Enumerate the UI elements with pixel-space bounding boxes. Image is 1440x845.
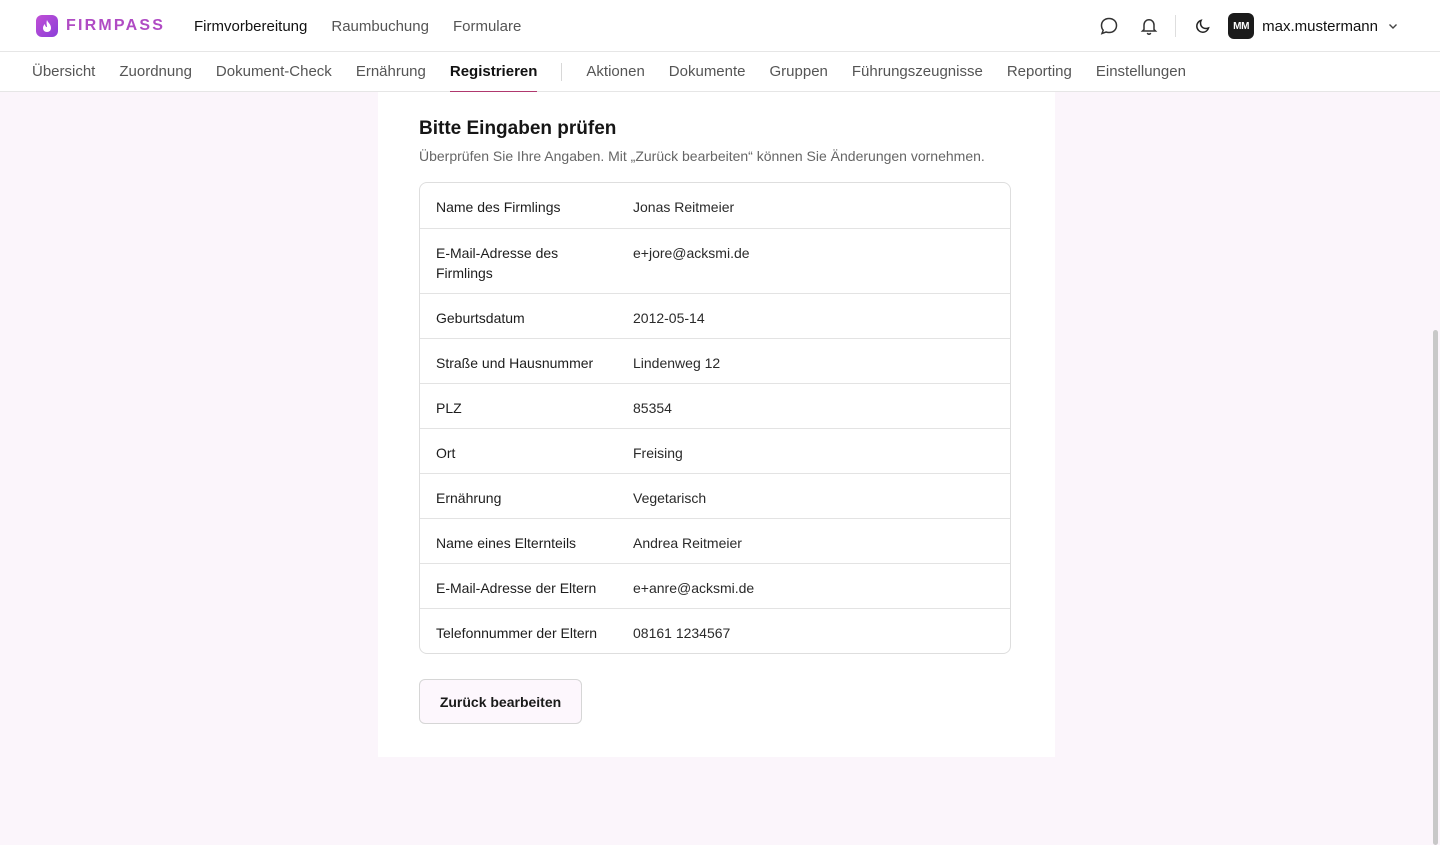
- main-nav: Firmvorbereitung Raumbuchung Formulare: [194, 0, 521, 52]
- row-value: Freising: [633, 445, 683, 461]
- row-label: PLZ: [436, 400, 462, 416]
- tab-fuehrungszeugnisse[interactable]: Führungszeugnisse: [852, 52, 983, 92]
- tab-zuordnung[interactable]: Zuordnung: [119, 52, 192, 92]
- bell-icon[interactable]: [1137, 14, 1161, 38]
- username[interactable]: max.mustermann: [1262, 18, 1378, 35]
- row-label: E-Mail-Adresse der Eltern: [436, 580, 597, 596]
- tab-dokument-check[interactable]: Dokument-Check: [216, 52, 332, 92]
- scrollbar[interactable]: [1432, 92, 1440, 845]
- logo[interactable]: FIRMPASS: [36, 15, 165, 37]
- tab-divider: [561, 62, 563, 81]
- row-label: E-Mail-Adresse des Firmlings: [436, 245, 559, 281]
- row-label: Geburtsdatum: [436, 310, 525, 326]
- table-row: Straße und Hausnummer Lindenweg 12: [420, 338, 1010, 383]
- tab-uebersicht[interactable]: Übersicht: [32, 52, 95, 92]
- table-row: Geburtsdatum 2012-05-14: [420, 293, 1010, 338]
- scrollbar-thumb[interactable]: [1433, 330, 1438, 845]
- mainnav-item-formulare[interactable]: Formulare: [453, 18, 521, 35]
- back-edit-button[interactable]: Zurück bearbeiten: [419, 679, 582, 724]
- table-row: Name des Firmlings Jonas Reitmeier: [420, 183, 1010, 228]
- table-row: E-Mail-Adresse des Firmlings e+jore@acks…: [420, 228, 1010, 293]
- tab-aktionen[interactable]: Aktionen: [586, 52, 644, 92]
- chat-bubble-icon[interactable]: [1097, 14, 1121, 38]
- page-subtitle: Überprüfen Sie Ihre Angaben. Mit „Zurück…: [419, 148, 985, 164]
- table-row: Ort Freising: [420, 428, 1010, 473]
- mainnav-item-raumbuchung[interactable]: Raumbuchung: [331, 18, 429, 35]
- row-value: Andrea Reitmeier: [633, 535, 742, 551]
- tab-einstellungen[interactable]: Einstellungen: [1096, 52, 1186, 92]
- table-row: Telefonnummer der Eltern 08161 1234567: [420, 608, 1010, 653]
- row-label: Ernährung: [436, 490, 502, 506]
- table-row: Name eines Elternteils Andrea Reitmeier: [420, 518, 1010, 563]
- row-value: Jonas Reitmeier: [633, 199, 735, 215]
- row-value: 85354: [633, 400, 672, 416]
- table-row: PLZ 85354: [420, 383, 1010, 428]
- row-label: Straße und Hausnummer: [436, 355, 594, 371]
- moon-icon[interactable]: [1191, 14, 1215, 38]
- tab-registrieren[interactable]: Registrieren: [449, 52, 537, 93]
- row-value: 2012-05-14: [633, 310, 705, 326]
- page-title: Bitte Eingaben prüfen: [419, 118, 617, 139]
- tab-reporting[interactable]: Reporting: [1007, 52, 1072, 92]
- avatar[interactable]: MM: [1228, 13, 1255, 39]
- review-table: Name des Firmlings Jonas Reitmeier E-Mai…: [419, 182, 1011, 654]
- tab-dokumente[interactable]: Dokumente: [669, 52, 746, 92]
- row-value: e+anre@acksmi.de: [633, 580, 755, 596]
- row-label: Ort: [436, 445, 456, 461]
- tab-gruppen[interactable]: Gruppen: [770, 52, 828, 92]
- row-value: Lindenweg 12: [633, 355, 721, 371]
- row-value: 08161 1234567: [633, 625, 731, 641]
- header-divider: [1175, 15, 1177, 37]
- tab-ernaehrung[interactable]: Ernährung: [356, 52, 426, 92]
- flame-logo-icon: [36, 15, 58, 37]
- sub-nav: Übersicht Zuordnung Dokument-Check Ernäh…: [0, 52, 1440, 93]
- table-row: Ernährung Vegetarisch: [420, 473, 1010, 518]
- row-label: Name des Firmlings: [436, 199, 561, 215]
- mainnav-item-firmvorbereitung[interactable]: Firmvorbereitung: [194, 18, 307, 35]
- row-value: e+jore@acksmi.de: [633, 245, 750, 261]
- chevron-down-icon[interactable]: [1386, 14, 1400, 38]
- top-bar: FIRMPASS Firmvorbereitung Raumbuchung Fo…: [0, 0, 1440, 52]
- row-label: Telefonnummer der Eltern: [436, 625, 598, 641]
- brand-name: FIRMPASS: [66, 17, 166, 34]
- table-row: E-Mail-Adresse der Eltern e+anre@acksmi.…: [420, 563, 1010, 608]
- review-panel: Bitte Eingaben prüfen Überprüfen Sie Ihr…: [378, 92, 1055, 757]
- header-tools: MM max.mustermann: [1097, 0, 1440, 52]
- row-value: Vegetarisch: [633, 490, 707, 506]
- row-label: Name eines Elternteils: [436, 535, 577, 551]
